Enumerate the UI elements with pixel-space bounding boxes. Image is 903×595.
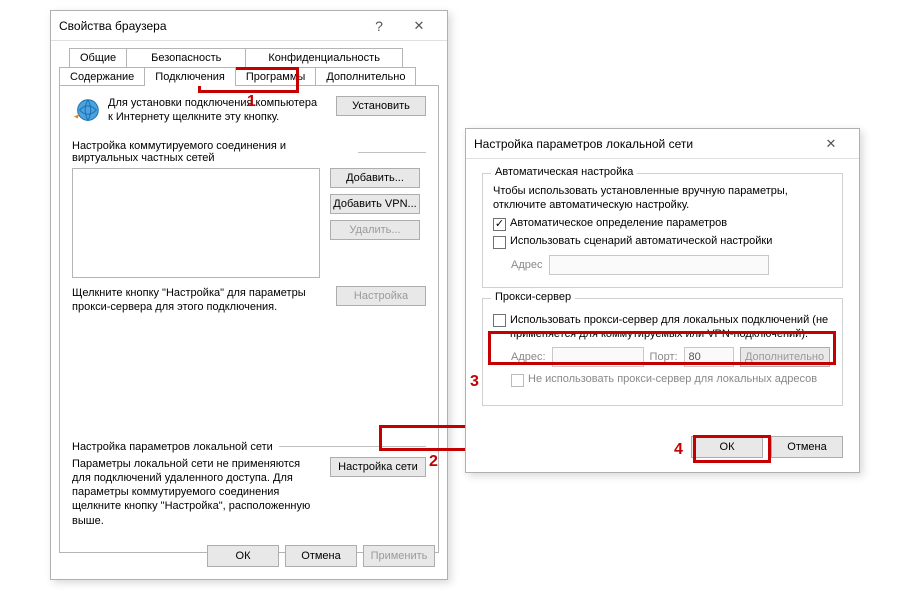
tab-programs[interactable]: Программы	[235, 67, 316, 86]
proxy-legend: Прокси-сервер	[491, 291, 575, 303]
auto-detect-checkbox[interactable]	[493, 218, 506, 231]
add-vpn-button[interactable]: Добавить VPN...	[330, 194, 420, 214]
dialup-section: Настройка коммутируемого соединения и ви…	[72, 140, 426, 315]
tabs-row-2: Содержание Подключения Программы Дополни…	[59, 66, 439, 85]
proxy-address-input[interactable]	[552, 347, 644, 367]
window-body: Автоматическая настройка Чтобы использов…	[466, 159, 859, 472]
lan-settings-window: Настройка параметров локальной сети ✕ Ав…	[465, 128, 860, 473]
titlebar: Свойства браузера ? ✕	[51, 11, 447, 41]
apply-button[interactable]: Применить	[363, 545, 435, 567]
proxy-port-label: Порт:	[650, 351, 678, 363]
close-button[interactable]: ✕	[811, 130, 851, 158]
use-script-label: Использовать сценарий автоматической нас…	[510, 235, 772, 247]
script-address-label: Адрес	[511, 259, 543, 271]
proxy-port-input[interactable]	[684, 347, 734, 367]
auto-text: Чтобы использовать установленные вручную…	[493, 184, 832, 213]
ok-button[interactable]: ОК	[207, 545, 279, 567]
ok-button[interactable]: ОК	[691, 436, 763, 458]
bypass-local-checkbox[interactable]	[511, 374, 524, 387]
tab-advanced[interactable]: Дополнительно	[315, 67, 416, 86]
install-button[interactable]: Установить	[336, 96, 426, 116]
dialog-buttons: ОК Отмена Применить	[207, 545, 435, 567]
connection-settings-button[interactable]: Настройка	[336, 286, 426, 306]
cancel-button[interactable]: Отмена	[285, 545, 357, 567]
tab-privacy[interactable]: Конфиденциальность	[245, 48, 403, 67]
remove-button[interactable]: Удалить...	[330, 220, 420, 240]
lan-hint: Параметры локальной сети не применяются …	[72, 457, 312, 528]
lan-section: Настройка параметров локальной сети Пара…	[72, 441, 426, 528]
callout-4: 4	[674, 441, 683, 459]
globe-icon	[72, 96, 102, 126]
setup-row: Для установки подключения компьютера к И…	[72, 96, 426, 126]
tab-security[interactable]: Безопасность	[126, 48, 246, 67]
tab-content[interactable]: Содержание	[59, 67, 145, 86]
callout-3: 3	[470, 373, 479, 391]
settings-hint: Щелкните кнопку "Настройка" для параметр…	[72, 286, 312, 315]
help-button[interactable]: ?	[359, 12, 399, 40]
proxy-group: Прокси-сервер Использовать прокси-сервер…	[482, 298, 843, 407]
auto-config-group: Автоматическая настройка Чтобы использов…	[482, 173, 843, 288]
use-script-checkbox[interactable]	[493, 236, 506, 249]
internet-properties-window: Свойства браузера ? ✕ Общие Безопасность…	[50, 10, 448, 580]
dialup-label: Настройка коммутируемого соединения и ви…	[72, 140, 352, 164]
tabs-row-1: Общие Безопасность Конфиденциальность	[59, 47, 439, 66]
advanced-button[interactable]: Дополнительно	[740, 347, 830, 367]
connections-listbox[interactable]	[72, 168, 320, 278]
use-proxy-label: Использовать прокси-сервер для локальных…	[510, 313, 832, 342]
tab-general[interactable]: Общие	[69, 48, 127, 67]
titlebar: Настройка параметров локальной сети ✕	[466, 129, 859, 159]
setup-text: Для установки подключения компьютера к И…	[108, 96, 318, 125]
lan-settings-button[interactable]: Настройка сети	[330, 457, 426, 477]
window-title: Свойства браузера	[59, 19, 359, 33]
lan-label: Настройка параметров локальной сети	[72, 441, 273, 453]
tabs-container: Общие Безопасность Конфиденциальность Со…	[51, 41, 447, 553]
add-button[interactable]: Добавить...	[330, 168, 420, 188]
window-title: Настройка параметров локальной сети	[474, 137, 811, 151]
bypass-local-label: Не использовать прокси-сервер для локаль…	[528, 373, 817, 385]
divider	[358, 152, 426, 153]
proxy-address-label: Адрес:	[511, 351, 546, 363]
script-address-input[interactable]	[549, 255, 769, 275]
auto-config-legend: Автоматическая настройка	[491, 166, 637, 178]
tab-panel-connections: Для установки подключения компьютера к И…	[59, 85, 439, 553]
divider	[279, 446, 426, 447]
tab-connections[interactable]: Подключения	[144, 67, 236, 86]
dialog-buttons: ОК Отмена	[691, 436, 843, 458]
cancel-button[interactable]: Отмена	[771, 436, 843, 458]
use-proxy-checkbox[interactable]	[493, 314, 506, 327]
auto-detect-label: Автоматическое определение параметров	[510, 217, 727, 229]
close-button[interactable]: ✕	[399, 12, 439, 40]
